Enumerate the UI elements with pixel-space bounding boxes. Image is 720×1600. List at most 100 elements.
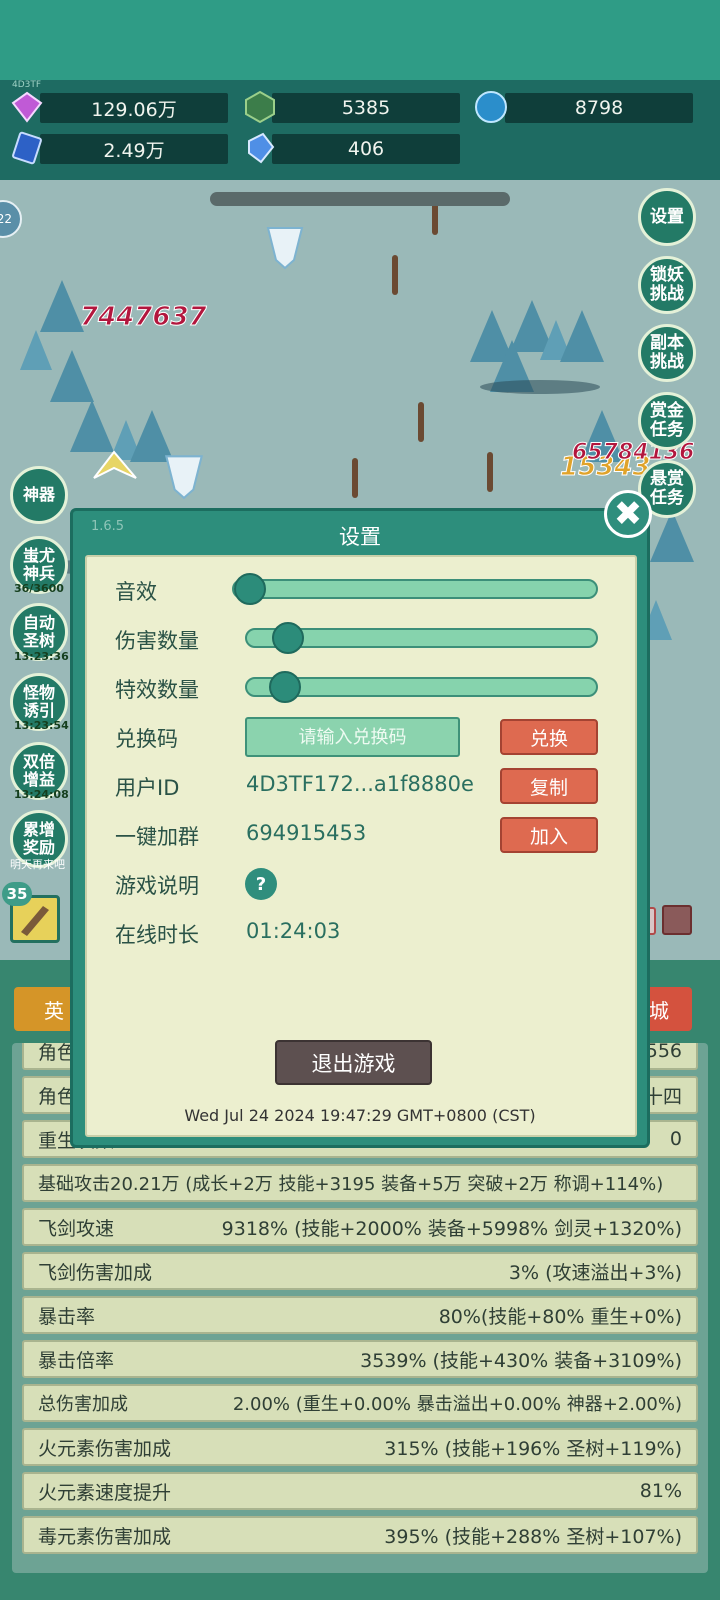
stat-value: 0 [669, 1128, 682, 1150]
dialog-title: 设置 [339, 525, 381, 549]
resource-blue-orb: 8798 [505, 93, 693, 123]
stat-value: 395% (技能+288% 圣树+107%) [384, 1525, 682, 1548]
tab-label: 城 [649, 998, 669, 1023]
resource-value: 8798 [574, 97, 624, 119]
close-icon: ✖ [613, 494, 643, 534]
ghost-enemy-icon [266, 227, 304, 270]
effects-count-label: 特效数量 [115, 678, 199, 702]
stat-label: 飞剑攻速 [38, 1217, 115, 1240]
flying-sword [352, 458, 358, 498]
resource-green-gem: 5385 [272, 93, 460, 123]
sound-label: 音效 [115, 580, 157, 604]
stat-label: 总伤害加成 [38, 1394, 128, 1415]
button-label: 神器 [22, 485, 55, 504]
demon-tower-button[interactable]: 锁妖 挑战 [638, 256, 696, 314]
stat-value: 315% (技能+196% 圣树+119%) [384, 1437, 682, 1460]
stat-label: 毒元素伤害加成 [38, 1525, 172, 1548]
damage-number: 7447637 [80, 302, 208, 333]
stat-row: 总伤害加成 2.00% (重生+0.00% 暴击溢出+0.00% 神器+2.00%… [22, 1384, 698, 1422]
join-group-label: 一键加群 [115, 825, 199, 849]
ice-shard [50, 350, 94, 402]
join-button[interactable]: 加入 [500, 817, 598, 853]
book-icon [12, 131, 42, 165]
stat-row: 暴击倍率 3539% (技能+430% 装备+3109%) [22, 1340, 698, 1378]
stat-value: 9318% (技能+2000% 装备+5998% 剑灵+1320%) [221, 1217, 682, 1240]
copy-button[interactable]: 复制 [500, 768, 598, 804]
slider-knob[interactable] [234, 573, 266, 605]
button-label: 赏金 任务 [650, 401, 684, 440]
stat-row: 毒元素伤害加成 395% (技能+288% 圣树+107%) [22, 1516, 698, 1554]
close-button[interactable]: ✖ [604, 490, 652, 538]
resource-value: 129.06万 [91, 98, 177, 121]
resource-value: 5385 [341, 97, 391, 119]
item-level-badge: 35 [2, 882, 32, 906]
group-number-value: 694915453 [246, 821, 367, 845]
button-label: 自动 圣树 [22, 613, 55, 650]
damage-count-slider[interactable] [245, 622, 598, 654]
ice-shard [70, 400, 114, 452]
stat-label: 暴击率 [38, 1305, 96, 1328]
button-label: 累增 奖励 [22, 820, 55, 857]
wing-effect-icon [93, 450, 137, 479]
avatar-level: 22 [0, 212, 12, 226]
flying-sword [392, 255, 398, 295]
button-label: 蚩尤 神兵 [22, 546, 55, 583]
version-tag: 4D3TF [12, 80, 42, 90]
sound-slider[interactable] [232, 573, 598, 605]
button-label: 复制 [529, 776, 568, 799]
redeem-code-label: 兑换码 [115, 727, 178, 751]
stat-value: 3% (攻速溢出+3%) [508, 1261, 682, 1284]
button-timer: 明天再来吧 [10, 858, 65, 871]
ice-shard [40, 280, 84, 332]
help-icon[interactable]: ? [245, 868, 277, 900]
button-label: 锁妖 挑战 [650, 265, 684, 304]
blue-crystal-icon [248, 132, 275, 164]
game-guide-label: 游戏说明 [115, 874, 199, 898]
resource-purple-gem: 129.06万 [40, 93, 228, 123]
stat-label: 基础攻击20.21万 (成长+2万 技能+3195 装备+5万 突破+2万 称调… [38, 1174, 664, 1195]
ground-shadow [480, 380, 600, 394]
shield-icon[interactable] [662, 905, 692, 935]
help-glyph: ? [255, 873, 267, 895]
dungeon-button[interactable]: 副本 挑战 [638, 324, 696, 382]
tab-label: 英 [44, 998, 64, 1023]
wave-progress-bar [210, 192, 510, 206]
stat-value: 3539% (技能+430% 装备+3109%) [360, 1349, 682, 1372]
settings-button[interactable]: 设置 [638, 188, 696, 246]
button-label: 退出游戏 [311, 1051, 396, 1076]
artifact-button[interactable]: 神器 [10, 466, 68, 524]
resource-book: 2.49万 [40, 134, 228, 164]
button-timer: 13:23:54 [14, 719, 69, 732]
slider-knob[interactable] [269, 671, 302, 703]
stat-row: 基础攻击20.21万 (成长+2万 技能+3195 装备+5万 突破+2万 称调… [22, 1164, 698, 1202]
effects-count-slider[interactable] [245, 671, 598, 703]
blue-orb-icon [475, 91, 507, 123]
redeem-code-input[interactable] [245, 717, 460, 757]
stat-row: 飞剑攻速 9318% (技能+2000% 装备+5998% 剑灵+1320%) [22, 1208, 698, 1246]
button-label: 设置 [650, 206, 684, 227]
stat-label: 火元素伤害加成 [38, 1437, 172, 1460]
damage-count-label: 伤害数量 [115, 629, 199, 653]
purple-gem-icon [11, 91, 43, 123]
stat-label: 暴击倍率 [38, 1349, 115, 1372]
button-label: 双倍 增益 [22, 752, 55, 789]
stat-row: 暴击率 80%(技能+80% 重生+0%) [22, 1296, 698, 1334]
bounty-task-button[interactable]: 赏金 任务 [638, 392, 696, 450]
stat-row: 飞剑伤害加成 3% (攻速溢出+3%) [22, 1252, 698, 1290]
resource-value: 406 [347, 138, 385, 160]
button-label: 加入 [529, 825, 568, 848]
user-id-value: 4D3TF172...a1f8880e [246, 772, 474, 796]
exit-game-button[interactable]: 退出游戏 [275, 1040, 432, 1085]
button-timer: 13:23:36 [14, 650, 69, 663]
stat-value: 2.00% (重生+0.00% 暴击溢出+0.00% 神器+2.00%) [232, 1394, 682, 1415]
flying-sword [487, 452, 493, 492]
button-label: 怪物 诱引 [22, 683, 55, 720]
redeem-button[interactable]: 兑换 [500, 719, 598, 755]
stat-value: 81% [639, 1480, 682, 1502]
ice-shard [560, 310, 604, 362]
stat-row: 火元素速度提升 81% [22, 1472, 698, 1510]
green-gem-icon [245, 90, 275, 124]
button-label: 悬赏 任务 [650, 469, 684, 508]
stat-row: 火元素伤害加成 315% (技能+196% 圣树+119%) [22, 1428, 698, 1466]
resource-blue-crystal: 406 [272, 134, 460, 164]
